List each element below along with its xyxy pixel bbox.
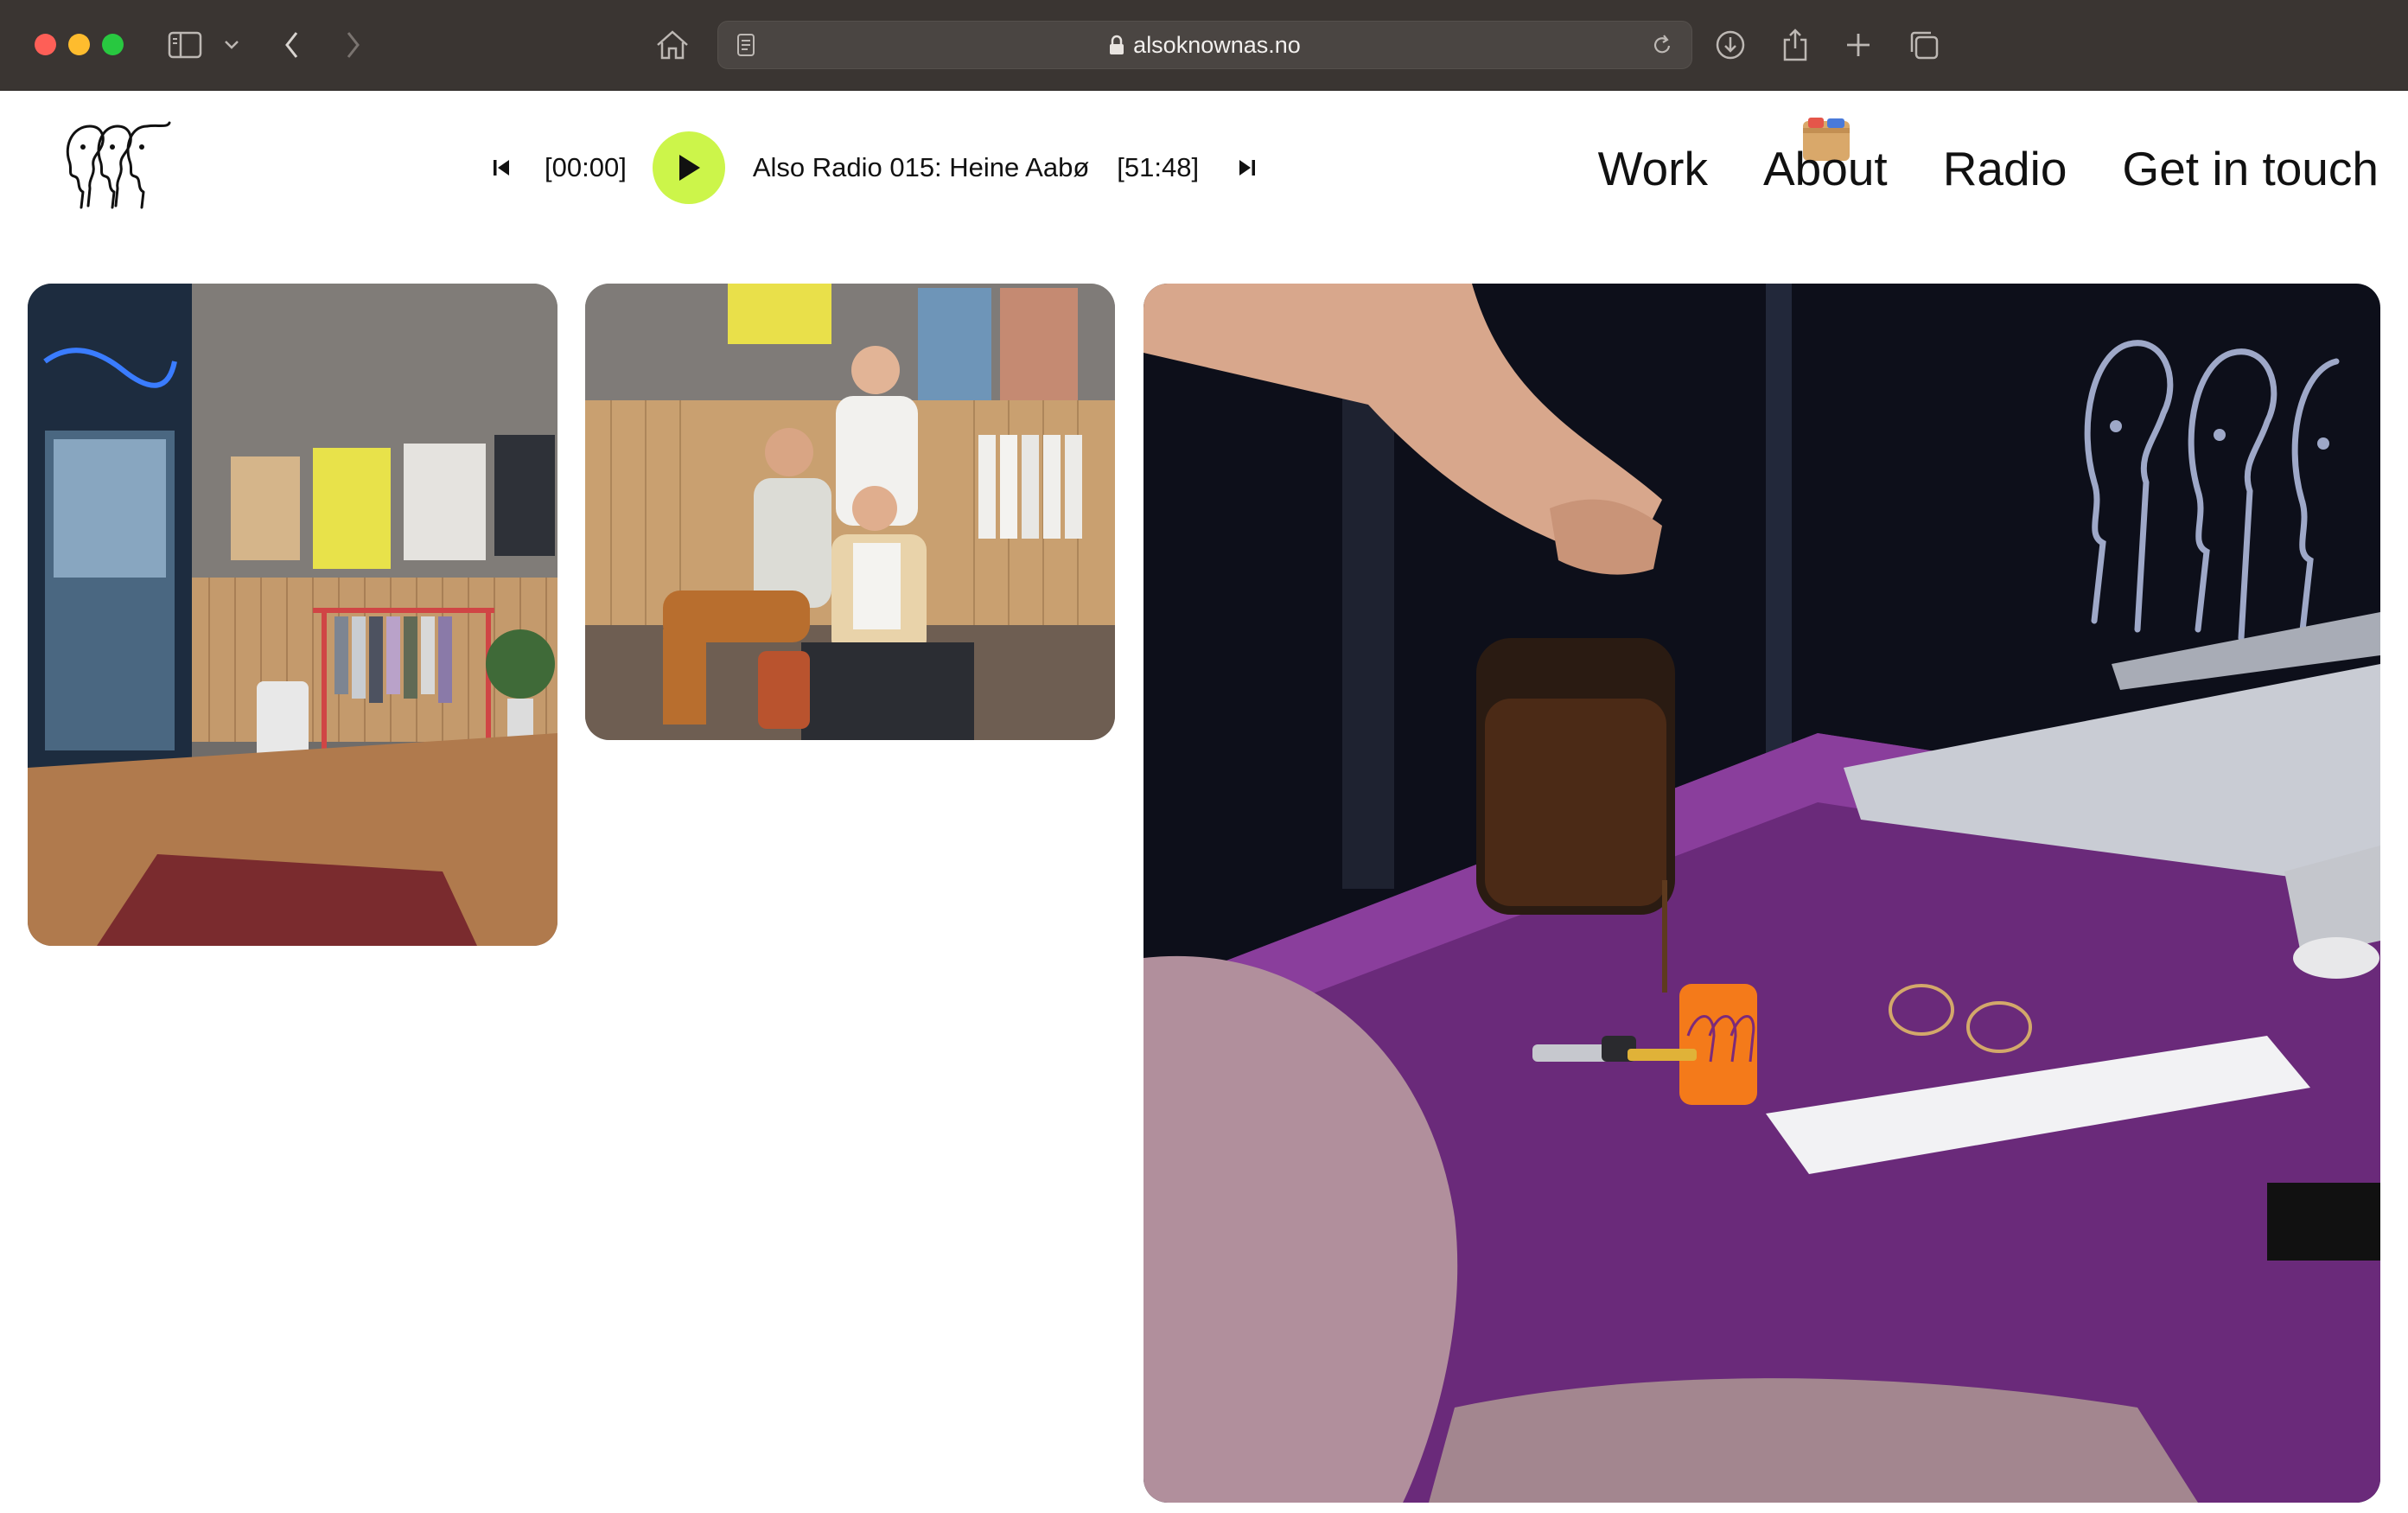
skip-forward-icon bbox=[1239, 160, 1256, 176]
home-icon[interactable] bbox=[653, 26, 691, 64]
previous-track-button[interactable] bbox=[484, 150, 519, 185]
play-icon bbox=[678, 155, 700, 181]
address-url-field[interactable]: alsoknownas.no bbox=[718, 22, 1691, 68]
next-track-button[interactable] bbox=[1230, 150, 1265, 185]
main-nav: Work About Radio Get in touch bbox=[1598, 118, 2379, 199]
nav-about[interactable]: About bbox=[1762, 118, 1888, 199]
reload-icon[interactable] bbox=[1643, 26, 1681, 64]
plus-icon[interactable] bbox=[1839, 26, 1877, 64]
store-interior-photo[interactable] bbox=[28, 284, 557, 946]
skip-back-icon bbox=[494, 160, 509, 176]
tabs-icon[interactable] bbox=[1905, 26, 1943, 64]
nav-radio[interactable]: Radio bbox=[1943, 138, 2067, 199]
radio-player: [00:00] Also Radio 015: Heine Aabø [51:4… bbox=[484, 131, 1265, 204]
forward-icon[interactable] bbox=[334, 26, 372, 64]
nav-get-in-touch[interactable]: Get in touch bbox=[2122, 138, 2379, 199]
site-logo[interactable] bbox=[64, 119, 173, 211]
current-time: [00:00] bbox=[545, 152, 627, 182]
coffee-desk-photo[interactable] bbox=[1143, 284, 2380, 1503]
share-icon[interactable] bbox=[1776, 26, 1814, 64]
sidebar-icon[interactable] bbox=[166, 26, 204, 64]
close-window-button[interactable] bbox=[35, 34, 56, 55]
browser-toolbar: alsoknownas.no bbox=[0, 0, 2408, 91]
lock-icon bbox=[1109, 35, 1124, 55]
url-text: alsoknownas.no bbox=[1133, 31, 1301, 58]
nav-work[interactable]: Work bbox=[1598, 138, 1708, 199]
track-duration: [51:48] bbox=[1117, 152, 1200, 182]
download-icon[interactable] bbox=[1711, 26, 1749, 64]
minimize-window-button[interactable] bbox=[68, 34, 90, 55]
zoom-window-button[interactable] bbox=[102, 34, 124, 55]
back-icon[interactable] bbox=[273, 26, 311, 64]
team-portrait-photo[interactable] bbox=[585, 284, 1115, 740]
track-title: Also Radio 015: Heine Aabø bbox=[752, 152, 1090, 182]
address-bar[interactable]: alsoknownas.no bbox=[717, 21, 1692, 69]
chevron-down-icon[interactable] bbox=[214, 26, 249, 64]
play-button[interactable] bbox=[652, 131, 725, 204]
nav-about-label: About bbox=[1762, 142, 1888, 195]
